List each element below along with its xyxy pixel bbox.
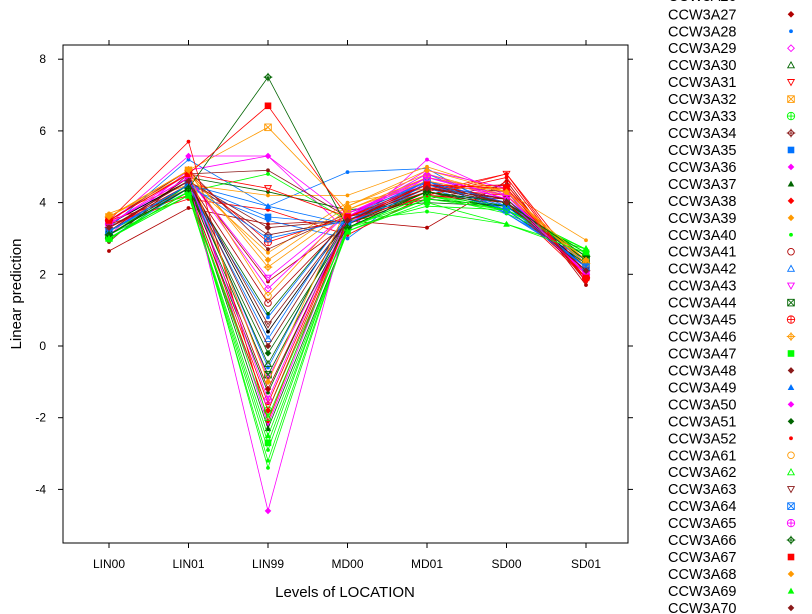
data-point xyxy=(266,247,270,252)
legend-marker xyxy=(786,518,796,528)
legend-label: CCW3A39 xyxy=(668,211,737,227)
legend-label: CCW3A32 xyxy=(668,92,737,108)
data-point xyxy=(582,274,590,282)
legend-label: CCW3A42 xyxy=(668,262,737,278)
legend-marker xyxy=(786,111,796,121)
data-point xyxy=(186,206,191,210)
legend-label: CCW3A37 xyxy=(668,177,737,193)
x-tick-label: SD00 xyxy=(491,557,521,571)
data-point xyxy=(266,315,270,320)
y-tick-label: -2 xyxy=(35,411,46,425)
legend-label: CCW3A26 xyxy=(668,0,737,5)
legend-label: CCW3A38 xyxy=(668,194,737,210)
legend-label: CCW3A45 xyxy=(668,313,737,329)
data-point xyxy=(425,225,429,230)
legend-label: CCW3A43 xyxy=(668,279,737,295)
line-chart: -4 -2 0 2 4 6 8 LIN00 LIN01 LIN99 MD00 MD01 SD00 SD01… xyxy=(0,0,812,614)
data-point xyxy=(266,172,270,176)
legend-marker xyxy=(789,232,793,237)
data-point xyxy=(584,238,588,243)
y-tick-label: 6 xyxy=(39,124,46,138)
data-point xyxy=(425,157,429,162)
y-tick-label: 2 xyxy=(39,267,46,281)
legend-label: CCW3A41 xyxy=(668,245,737,261)
x-tick-label: MD01 xyxy=(411,557,443,571)
x-tick-label: SD01 xyxy=(571,557,601,571)
y-tick-label: -4 xyxy=(35,482,46,496)
legend-label: CCW3A36 xyxy=(668,160,737,176)
legend-label: CCW3A28 xyxy=(668,24,737,40)
legend-marker xyxy=(787,146,795,154)
y-tick-label: 0 xyxy=(39,339,46,353)
legend-label: CCW3A66 xyxy=(668,533,737,549)
y-axis-title: Linear prediction xyxy=(8,239,25,350)
legend-label: CCW3A33 xyxy=(668,109,737,125)
data-point xyxy=(345,236,350,241)
legend-label: CCW3A49 xyxy=(668,380,737,396)
data-point xyxy=(263,395,273,404)
legend-label: CCW3A62 xyxy=(668,465,737,481)
legend-label: CCW3A50 xyxy=(668,397,737,413)
legend-label: CCW3A44 xyxy=(668,296,737,312)
x-tick-label: LIN00 xyxy=(93,557,125,571)
x-tick-label: LIN99 xyxy=(252,557,284,571)
data-point xyxy=(266,458,270,463)
data-point xyxy=(345,193,350,198)
data-point xyxy=(107,249,111,253)
legend-label: CCW3A68 xyxy=(668,567,737,583)
legend-label: CCW3A65 xyxy=(668,516,737,532)
legend-marker xyxy=(789,436,793,441)
legend-label: CCW3A34 xyxy=(668,126,737,142)
data-point xyxy=(266,465,270,470)
data-point xyxy=(266,329,270,334)
legend-label: CCW3A64 xyxy=(668,499,737,515)
legend-label: CCW3A30 xyxy=(668,58,737,74)
legend-label: CCW3A51 xyxy=(668,414,737,430)
legend-label: CCW3A48 xyxy=(668,363,737,379)
legend-label: CCW3A46 xyxy=(668,330,737,346)
x-axis-title: Levels of LOCATION xyxy=(275,584,415,601)
data-point xyxy=(266,168,270,173)
legend-label: CCW3A52 xyxy=(668,431,737,447)
legend-marker xyxy=(787,553,795,561)
legend-marker xyxy=(786,315,796,324)
legend-label: CCW3A40 xyxy=(668,228,737,244)
legend-label: CCW3A31 xyxy=(668,75,737,91)
data-point xyxy=(186,139,191,144)
data-point xyxy=(584,283,588,287)
legend-label: CCW3A29 xyxy=(668,41,737,57)
legend-label: CCW3A70 xyxy=(668,601,737,614)
legend-label: CCW3A67 xyxy=(668,550,737,566)
data-point xyxy=(266,448,270,452)
data-point xyxy=(425,209,429,214)
data-point xyxy=(264,439,272,447)
legend-label: CCW3A69 xyxy=(668,584,737,600)
data-point xyxy=(345,170,350,175)
data-point xyxy=(266,250,270,255)
y-tick-label: 8 xyxy=(39,52,46,66)
legend-label: CCW3A47 xyxy=(668,347,737,363)
x-tick-label: LIN01 xyxy=(172,557,204,571)
data-point xyxy=(266,193,270,198)
x-tick-label: MD00 xyxy=(331,557,363,571)
legend-label: CCW3A35 xyxy=(668,143,737,159)
legend-label: CCW3A27 xyxy=(668,7,737,23)
data-point xyxy=(504,175,509,180)
data-point xyxy=(264,102,272,110)
legend-marker xyxy=(787,350,795,357)
legend-marker xyxy=(789,29,793,34)
legend-label: CCW3A63 xyxy=(668,482,737,498)
legend-label: CCW3A61 xyxy=(668,448,737,464)
y-tick-label: 4 xyxy=(39,196,46,210)
data-point xyxy=(264,213,272,221)
data-point xyxy=(422,173,432,182)
